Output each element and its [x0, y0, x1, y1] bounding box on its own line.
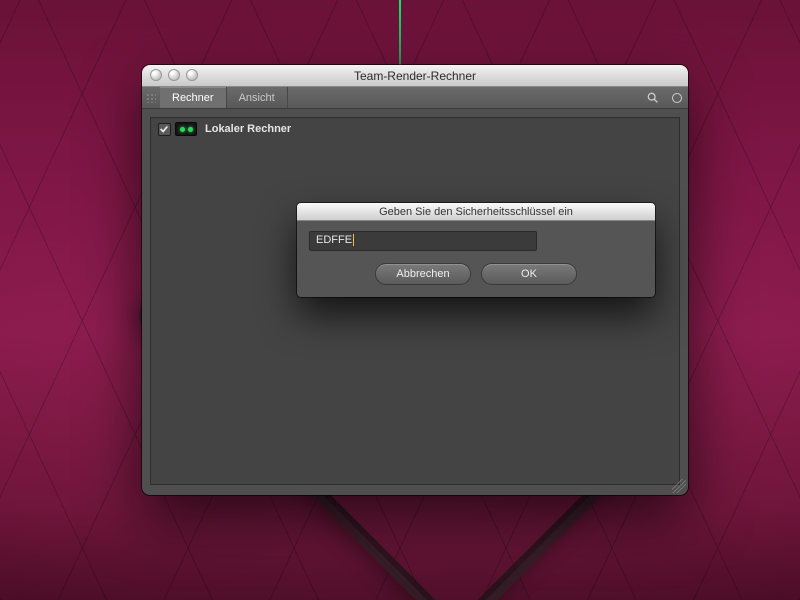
cancel-button[interactable]: Abbrechen [375, 263, 471, 285]
list-item[interactable]: Lokaler Rechner [151, 118, 679, 138]
minimize-icon[interactable] [168, 69, 180, 81]
resize-grip-icon[interactable] [672, 479, 686, 493]
status-indicator [173, 122, 199, 136]
drag-grip-icon[interactable] [142, 87, 160, 108]
machine-list: Lokaler Rechner [150, 117, 680, 485]
tab-label: Ansicht [239, 92, 275, 104]
window-traffic-lights[interactable] [150, 69, 198, 81]
team-render-window: Team-Render-Rechner Rechner Ansicht Loka… [142, 65, 688, 495]
close-icon[interactable] [150, 69, 162, 81]
zoom-icon[interactable] [186, 69, 198, 81]
options-icon[interactable] [666, 87, 688, 108]
search-icon[interactable] [638, 87, 666, 108]
machine-name: Lokaler Rechner [199, 123, 291, 135]
row-checkbox[interactable] [155, 123, 173, 136]
text-caret [353, 234, 354, 246]
window-titlebar[interactable]: Team-Render-Rechner [142, 65, 688, 87]
input-value: EDFFE [316, 234, 352, 246]
ok-button[interactable]: OK [481, 263, 577, 285]
tab-label: Rechner [172, 92, 214, 104]
security-key-dialog: Geben Sie den Sicherheitsschlüssel ein E… [297, 203, 655, 297]
window-title: Team-Render-Rechner [354, 69, 476, 83]
tab-ansicht[interactable]: Ansicht [227, 87, 288, 108]
dialog-title[interactable]: Geben Sie den Sicherheitsschlüssel ein [297, 203, 655, 221]
toolbar: Rechner Ansicht [142, 87, 688, 109]
tab-rechner[interactable]: Rechner [160, 87, 227, 108]
security-key-input[interactable]: EDFFE [309, 231, 537, 251]
